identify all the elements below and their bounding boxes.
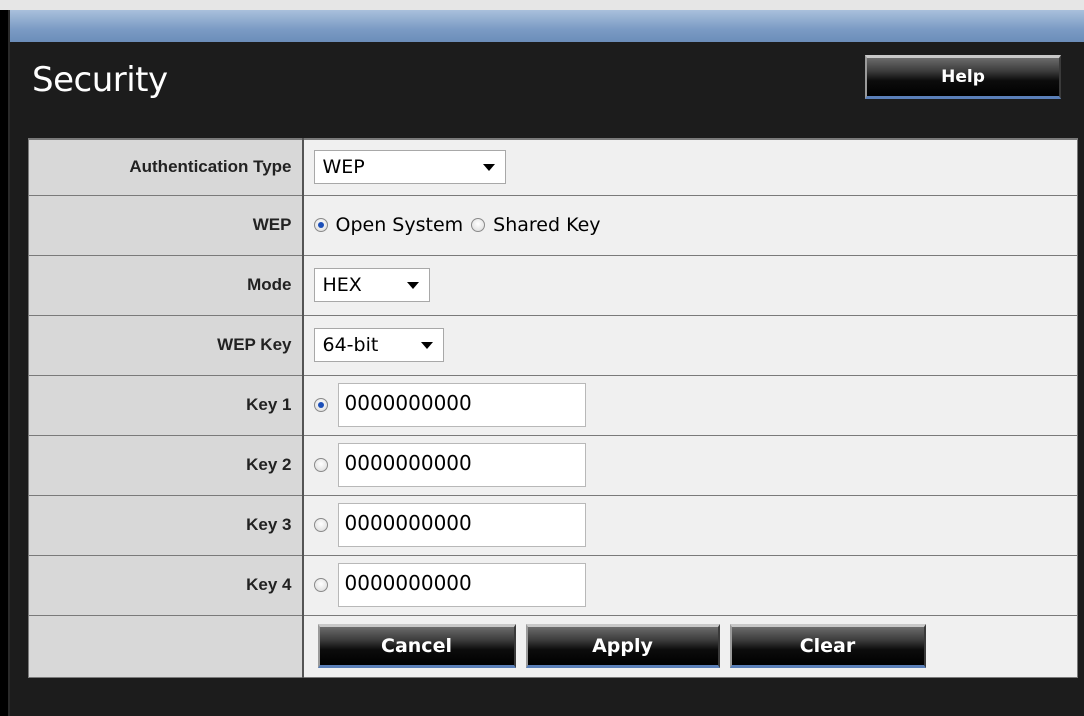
row-wep-key: WEP Key 64-bit xyxy=(28,314,1078,376)
cancel-button[interactable]: Cancel xyxy=(317,624,516,668)
top-strip xyxy=(0,0,1084,10)
key-1-label: Key 1 xyxy=(28,374,304,436)
key-4-label: Key 4 xyxy=(28,554,304,616)
chevron-down-icon xyxy=(406,281,419,289)
mode-label: Mode xyxy=(28,254,304,316)
wep-key-select[interactable]: 64-bit xyxy=(313,328,444,362)
row-actions: Cancel Apply Clear xyxy=(28,614,1078,678)
chevron-down-icon xyxy=(420,341,433,349)
actions-label xyxy=(28,614,304,678)
key-3-label: Key 3 xyxy=(28,494,304,556)
row-authentication-type: Authentication Type WEP xyxy=(28,138,1078,196)
security-form: Authentication Type WEP WEP Open System S… xyxy=(28,138,1078,678)
window-frame: Security Help Authentication Type WEP WE… xyxy=(0,0,1084,716)
chevron-down-icon xyxy=(482,163,495,171)
wep-shared-key-label: Shared Key xyxy=(493,214,601,236)
key-4-radio[interactable] xyxy=(313,578,328,592)
page-title: Security xyxy=(32,60,168,100)
key-4-input[interactable]: 0000000000 xyxy=(337,563,586,607)
wep-key-label: WEP Key xyxy=(28,314,304,376)
row-key-3: Key 3 0000000000 xyxy=(28,494,1078,556)
title-bar xyxy=(10,10,1084,42)
row-wep: WEP Open System Shared Key xyxy=(28,194,1078,256)
authentication-type-select[interactable]: WEP xyxy=(313,150,506,185)
wep-open-system-label: Open System xyxy=(335,214,464,236)
wep-open-system-radio[interactable] xyxy=(313,218,328,232)
wep-shared-key-radio[interactable] xyxy=(471,218,486,232)
mode-select[interactable]: HEX xyxy=(313,268,430,302)
apply-button[interactable]: Apply xyxy=(525,624,720,668)
security-panel: Security Help Authentication Type WEP WE… xyxy=(8,10,1084,716)
authentication-type-label: Authentication Type xyxy=(28,138,304,196)
clear-button[interactable]: Clear xyxy=(729,624,926,668)
key-2-input[interactable]: 0000000000 xyxy=(337,443,586,487)
key-1-input[interactable]: 0000000000 xyxy=(337,383,586,427)
key-3-radio[interactable] xyxy=(313,518,328,532)
key-2-radio[interactable] xyxy=(313,458,328,472)
wep-key-value: 64-bit xyxy=(322,334,379,356)
row-key-4: Key 4 0000000000 xyxy=(28,554,1078,616)
help-button[interactable]: Help xyxy=(865,55,1061,99)
row-key-2: Key 2 0000000000 xyxy=(28,434,1078,496)
authentication-type-value: WEP xyxy=(322,156,365,179)
key-1-radio[interactable] xyxy=(313,398,328,412)
mode-value: HEX xyxy=(322,274,362,296)
key-2-label: Key 2 xyxy=(28,434,304,496)
row-mode: Mode HEX xyxy=(28,254,1078,316)
key-3-input[interactable]: 0000000000 xyxy=(337,503,586,547)
row-key-1: Key 1 0000000000 xyxy=(28,374,1078,436)
wep-label: WEP xyxy=(28,194,304,256)
